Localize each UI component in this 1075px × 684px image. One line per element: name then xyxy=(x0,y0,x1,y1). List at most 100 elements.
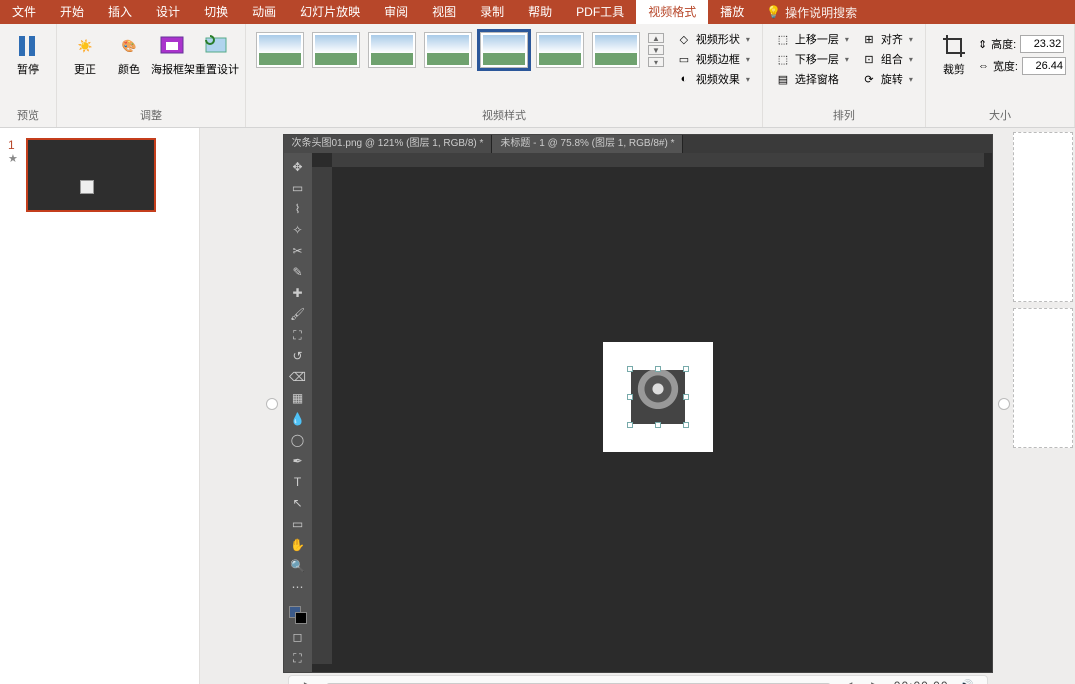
crop-tool-icon[interactable]: ✂ xyxy=(290,243,306,259)
color-swatch[interactable] xyxy=(289,606,307,624)
height-input[interactable] xyxy=(1020,35,1064,53)
video-shape-button[interactable]: ◇视频形状▾ xyxy=(672,30,754,48)
ruler-horizontal xyxy=(332,153,984,167)
tab-pdf[interactable]: PDF工具 xyxy=(564,0,636,24)
tab-review[interactable]: 审阅 xyxy=(372,0,420,24)
align-label: 对齐 xyxy=(881,31,903,47)
tab-transition[interactable]: 切换 xyxy=(192,0,240,24)
bring-forward-label: 上移一层 xyxy=(795,31,839,47)
placeholder-box[interactable] xyxy=(1013,308,1073,448)
slide-number: 1 xyxy=(8,138,20,152)
tab-animation[interactable]: 动画 xyxy=(240,0,288,24)
tab-help[interactable]: 帮助 xyxy=(516,0,564,24)
screenmode-icon[interactable]: ⛶ xyxy=(290,650,306,666)
zoom-tool-icon[interactable]: 🔍 xyxy=(290,558,306,574)
blur-tool-icon[interactable]: 💧 xyxy=(290,411,306,427)
transform-handle[interactable] xyxy=(655,366,661,372)
tab-insert[interactable]: 插入 xyxy=(96,0,144,24)
hand-tool-icon[interactable]: ✋ xyxy=(290,537,306,553)
brush-tool-icon[interactable]: 🖌 xyxy=(290,306,306,322)
chevron-down-icon: ▾ xyxy=(746,55,750,64)
pen-tool-icon[interactable]: ✒ xyxy=(290,453,306,469)
align-button[interactable]: ⊞对齐▾ xyxy=(857,30,917,48)
video-shape-label: 视频形状 xyxy=(696,31,740,47)
tab-file[interactable]: 文件 xyxy=(0,0,48,24)
transform-handle[interactable] xyxy=(683,422,689,428)
tab-video-format[interactable]: 视频格式 xyxy=(636,0,708,24)
volume-button[interactable]: 🔊 xyxy=(957,676,977,684)
dodge-tool-icon[interactable]: ◯ xyxy=(290,432,306,448)
video-effects-label: 视频效果 xyxy=(696,71,740,87)
video-style-1[interactable] xyxy=(256,32,304,68)
bring-forward-button[interactable]: ⬚上移一层▾ xyxy=(771,30,853,48)
marquee-tool-icon[interactable]: ▭ xyxy=(290,180,306,196)
play-button[interactable]: ▶↖ xyxy=(299,676,319,684)
heal-tool-icon[interactable]: ✚ xyxy=(290,285,306,301)
workspace: 1 ★ 次条头图01.png @ 121% (图层 1, RGB/8) * 未标… xyxy=(0,128,1075,684)
tab-record[interactable]: 录制 xyxy=(468,0,516,24)
step-forward-button[interactable]: ▶ xyxy=(866,676,886,684)
tell-me[interactable]: 💡 操作说明搜索 xyxy=(756,4,867,21)
photo-layer[interactable] xyxy=(631,370,685,424)
transform-handle[interactable] xyxy=(683,394,689,400)
corrections-button[interactable]: ☀️ 更正 xyxy=(63,26,107,77)
tab-view[interactable]: 视图 xyxy=(420,0,468,24)
slide-thumb-1[interactable]: 1 ★ xyxy=(8,138,191,212)
transform-handle[interactable] xyxy=(655,422,661,428)
slide-thumbnail[interactable] xyxy=(26,138,156,212)
step-back-button[interactable]: ◀ xyxy=(838,676,858,684)
video-style-4[interactable] xyxy=(424,32,472,68)
video-style-2[interactable] xyxy=(312,32,360,68)
gallery-scroll[interactable]: ▲▼▾ xyxy=(648,33,664,67)
eraser-tool-icon[interactable]: ⌫ xyxy=(290,369,306,385)
reset-design-button[interactable]: 重置设计 xyxy=(195,26,239,77)
ps-tab-2[interactable]: 未标题 - 1 @ 75.8% (图层 1, RGB/8#) * xyxy=(492,135,683,153)
quickmask-icon[interactable]: ◻ xyxy=(290,629,306,645)
group-adjust: ☀️ 更正 🎨 颜色 海报框架 重置设计 调整 xyxy=(57,24,246,127)
video-style-6[interactable] xyxy=(536,32,584,68)
shape-tool-icon[interactable]: ▭ xyxy=(290,516,306,532)
history-brush-tool-icon[interactable]: ↺ xyxy=(290,348,306,364)
video-effects-button[interactable]: ◐视频效果▾ xyxy=(672,70,754,88)
rotate-button[interactable]: ⟳旋转▾ xyxy=(857,70,917,88)
send-backward-button[interactable]: ⬚下移一层▾ xyxy=(771,50,853,68)
move-tool-icon[interactable]: ✥ xyxy=(290,159,306,175)
video-object[interactable]: 次条头图01.png @ 121% (图层 1, RGB/8) * 未标题 - … xyxy=(283,134,993,673)
tab-design[interactable]: 设计 xyxy=(144,0,192,24)
transform-handle[interactable] xyxy=(627,366,633,372)
ps-document-tabs: 次条头图01.png @ 121% (图层 1, RGB/8) * 未标题 - … xyxy=(284,135,992,153)
video-player-bar: ▶↖ ◀ ▶ 00:00.00 🔊 xyxy=(288,675,988,684)
video-style-5[interactable] xyxy=(480,32,528,68)
transform-handle[interactable] xyxy=(627,422,633,428)
color-button[interactable]: 🎨 颜色 xyxy=(107,26,151,77)
lasso-tool-icon[interactable]: ⌇ xyxy=(290,201,306,217)
transform-handle[interactable] xyxy=(683,366,689,372)
ps-canvas[interactable] xyxy=(332,167,984,627)
more-tool-icon[interactable]: ⋯ xyxy=(290,579,306,595)
poster-frame-button[interactable]: 海报框架 xyxy=(151,26,195,77)
selection-handle-right[interactable] xyxy=(998,398,1010,410)
group-button[interactable]: ⊡组合▾ xyxy=(857,50,917,68)
tab-slideshow[interactable]: 幻灯片放映 xyxy=(288,0,372,24)
gradient-tool-icon[interactable]: ▦ xyxy=(290,390,306,406)
ps-tab-1[interactable]: 次条头图01.png @ 121% (图层 1, RGB/8) * xyxy=(284,135,493,153)
crop-button[interactable]: 裁剪 xyxy=(932,26,976,77)
video-style-7[interactable] xyxy=(592,32,640,68)
tab-home[interactable]: 开始 xyxy=(48,0,96,24)
type-tool-icon[interactable]: T xyxy=(290,474,306,490)
video-border-button[interactable]: ▭视频边框▾ xyxy=(672,50,754,68)
artboard[interactable] xyxy=(603,342,713,452)
width-input[interactable] xyxy=(1022,57,1066,75)
transform-handle[interactable] xyxy=(627,394,633,400)
selection-handle-left[interactable] xyxy=(266,398,278,410)
selection-pane-button[interactable]: ▤选择窗格 xyxy=(771,70,853,88)
video-border-label: 视频边框 xyxy=(696,51,740,67)
pause-button[interactable]: 暂停 xyxy=(6,26,50,77)
tab-playback[interactable]: 播放 xyxy=(708,0,756,24)
eyedropper-tool-icon[interactable]: ✎ xyxy=(290,264,306,280)
path-tool-icon[interactable]: ↖ xyxy=(290,495,306,511)
wand-tool-icon[interactable]: ✧ xyxy=(290,222,306,238)
placeholder-box[interactable] xyxy=(1013,132,1073,302)
stamp-tool-icon[interactable]: ⛶ xyxy=(290,327,306,343)
video-style-3[interactable] xyxy=(368,32,416,68)
